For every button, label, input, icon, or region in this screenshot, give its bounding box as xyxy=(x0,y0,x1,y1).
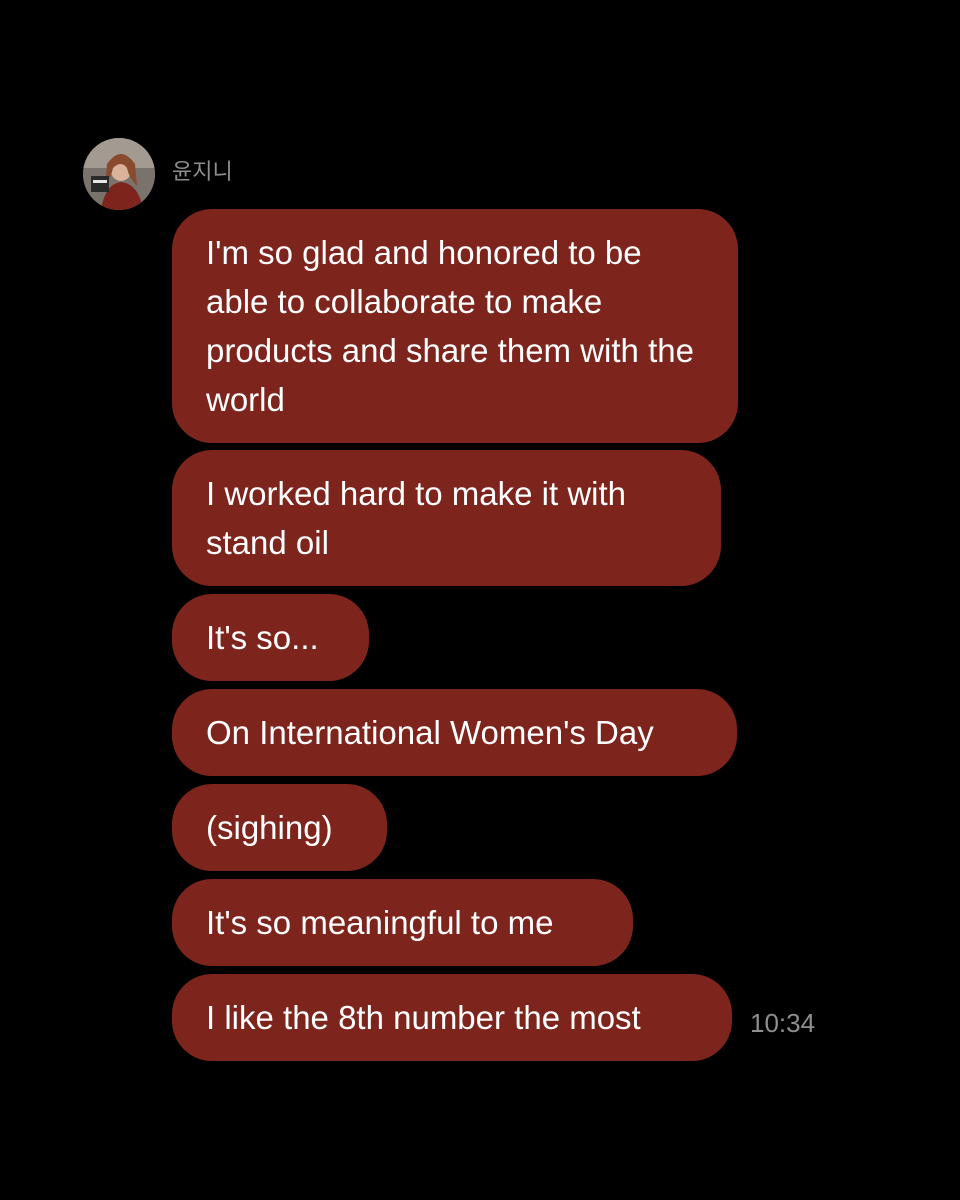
message-bubble[interactable]: I'm so glad and honored to be able to co… xyxy=(172,209,738,443)
avatar[interactable] xyxy=(83,138,155,210)
message-bubble[interactable]: I worked hard to make it with stand oil xyxy=(172,450,721,586)
message-bubble[interactable]: It's so meaningful to me xyxy=(172,879,633,966)
message-bubble[interactable]: It's so... xyxy=(172,594,369,681)
message-bubble[interactable]: (sighing) xyxy=(172,784,387,871)
message-timestamp: 10:34 xyxy=(750,1008,816,1038)
message-bubble[interactable]: I like the 8th number the most xyxy=(172,974,732,1061)
profile-photo-icon xyxy=(83,138,155,210)
message-bubble[interactable]: On International Women's Day xyxy=(172,689,737,776)
sender-name: 윤지니 xyxy=(172,160,233,185)
